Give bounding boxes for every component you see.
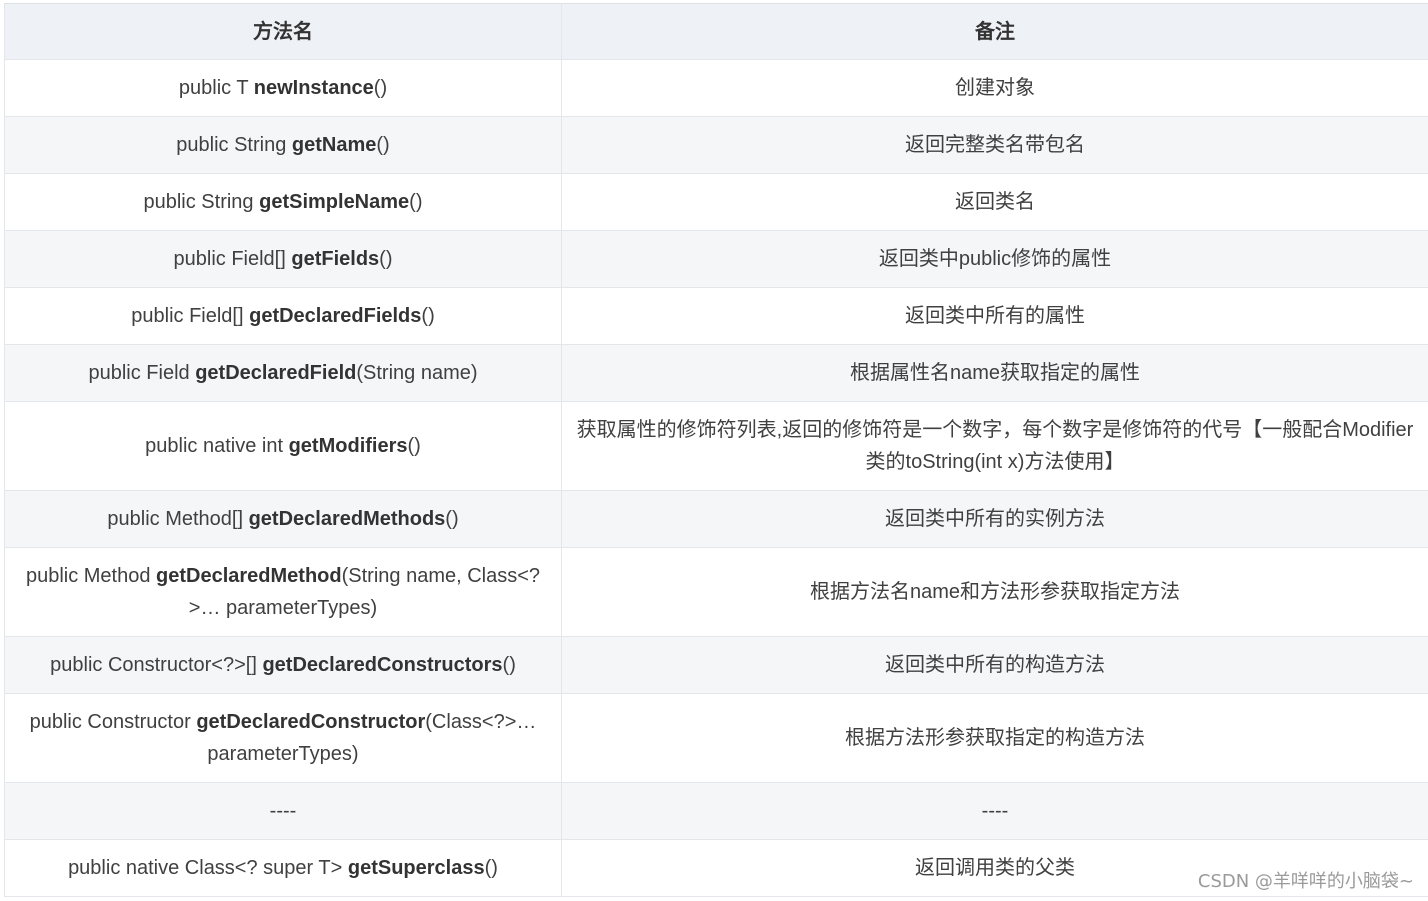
methods-table: 方法名 备注 public T newInstance() 创建对象 publi… (4, 3, 1428, 897)
method-name: getDeclaredFields (249, 305, 422, 327)
remark-cell: 返回类中所有的属性 (561, 287, 1428, 345)
method-name: getDeclaredConstructors (262, 654, 503, 676)
signature-prefix: public Field[] (131, 305, 250, 327)
table-row: public Field[] getFields() 返回类中public修饰的… (4, 230, 1428, 288)
method-signature-cell: ---- (4, 782, 562, 840)
signature-prefix: public native int (145, 435, 289, 457)
method-signature-cell: public Field[] getDeclaredFields() (4, 287, 562, 345)
signature-prefix: ---- (269, 800, 297, 822)
remark-cell: 根据方法名name和方法形参获取指定方法 (561, 547, 1428, 637)
method-name: getDeclaredMethod (156, 565, 342, 587)
method-name: getDeclaredConstructor (196, 711, 426, 733)
signature-suffix: () (421, 305, 435, 327)
header-remark: 备注 (561, 3, 1428, 60)
signature-prefix: public String (176, 134, 292, 156)
remark-cell: 返回类中所有的实例方法 (561, 490, 1428, 548)
table-row: public T newInstance() 创建对象 (4, 59, 1428, 117)
table-row: public Field getDeclaredField(String nam… (4, 344, 1428, 402)
method-name: getDeclaredMethods (248, 508, 446, 530)
method-name: getSuperclass (347, 857, 485, 879)
method-name: getSimpleName (259, 191, 410, 213)
remark-cell: 返回类中public修饰的属性 (561, 230, 1428, 288)
signature-suffix: () (373, 77, 388, 99)
table-row: public Field[] getDeclaredFields() 返回类中所… (4, 287, 1428, 345)
signature-suffix: () (409, 191, 423, 213)
signature-prefix: public Constructor (29, 711, 197, 733)
method-signature-cell: public Method getDeclaredMethod(String n… (4, 547, 562, 637)
table-row: public Method[] getDeclaredMethods() 返回类… (4, 490, 1428, 548)
table-header-row: 方法名 备注 (4, 3, 1428, 60)
signature-suffix: () (379, 248, 393, 270)
remark-cell: 返回类名 (561, 173, 1428, 231)
table-row: public String getName() 返回完整类名带包名 (4, 116, 1428, 174)
table-row: public Method getDeclaredMethod(String n… (4, 547, 1428, 637)
table-row: public Constructor getDeclaredConstructo… (4, 693, 1428, 783)
method-signature-cell: public Field getDeclaredField(String nam… (4, 344, 562, 402)
remark-cell: ---- (561, 782, 1428, 840)
signature-suffix: () (407, 435, 421, 457)
method-signature-cell: public native Class<? super T> getSuperc… (4, 839, 562, 897)
method-signature-cell: public Constructor<?>[] getDeclaredConst… (4, 636, 562, 694)
signature-suffix: () (484, 857, 498, 879)
signature-prefix: public native Class<? super T> (68, 857, 348, 879)
table-row: public String getSimpleName() 返回类名 (4, 173, 1428, 231)
signature-suffix: () (376, 134, 390, 156)
signature-prefix: public Method (25, 565, 157, 587)
signature-prefix: public Field (88, 362, 196, 384)
signature-prefix: public Method[] (107, 508, 249, 530)
signature-prefix: public String (143, 191, 260, 213)
method-name: getDeclaredField (195, 362, 357, 384)
table-row: public native int getModifiers() 获取属性的修饰… (4, 401, 1428, 491)
method-signature-cell: public Method[] getDeclaredMethods() (4, 490, 562, 548)
method-signature-cell: public String getName() (4, 116, 562, 174)
signature-prefix: public Constructor<?>[] (50, 654, 263, 676)
method-name: getFields (291, 248, 380, 270)
remark-cell: 根据方法形参获取指定的构造方法 (561, 693, 1428, 783)
signature-suffix: (String name) (356, 362, 478, 384)
table-row: public Constructor<?>[] getDeclaredConst… (4, 636, 1428, 694)
method-name: newInstance (253, 77, 374, 99)
method-name: getModifiers (288, 435, 408, 457)
method-signature-cell: public native int getModifiers() (4, 401, 562, 491)
remark-cell: 根据属性名name获取指定的属性 (561, 344, 1428, 402)
signature-prefix: public Field[] (173, 248, 292, 270)
signature-prefix: public T (178, 77, 254, 99)
remark-cell: 获取属性的修饰符列表,返回的修饰符是一个数字，每个数字是修饰符的代号【一般配合M… (561, 401, 1428, 491)
method-name: getName (291, 134, 377, 156)
method-signature-cell: public Constructor getDeclaredConstructo… (4, 693, 562, 783)
header-method-name: 方法名 (4, 3, 562, 60)
remark-cell: 返回完整类名带包名 (561, 116, 1428, 174)
remark-cell: 返回类中所有的构造方法 (561, 636, 1428, 694)
table-row: ---- ---- (4, 782, 1428, 840)
signature-suffix: () (502, 654, 516, 676)
remark-cell: 创建对象 (561, 59, 1428, 117)
method-signature-cell: public String getSimpleName() (4, 173, 562, 231)
method-signature-cell: public Field[] getFields() (4, 230, 562, 288)
method-signature-cell: public T newInstance() (4, 59, 562, 117)
signature-suffix: () (445, 508, 459, 530)
csdn-watermark: CSDN @羊咩咩的小脑袋~ (1197, 871, 1414, 892)
